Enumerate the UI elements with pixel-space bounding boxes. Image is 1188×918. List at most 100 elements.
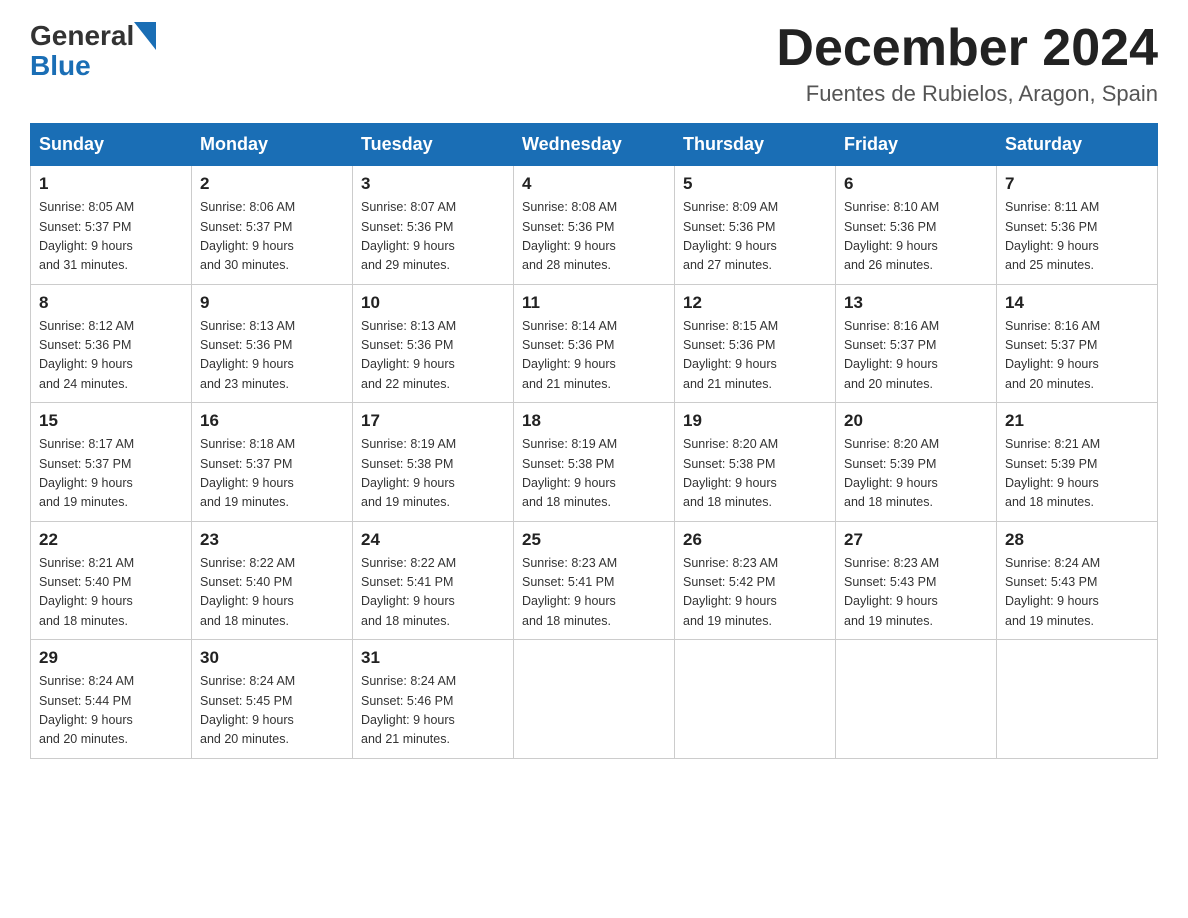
calendar-day-cell: 3 Sunrise: 8:07 AMSunset: 5:36 PMDaylight… [353,166,514,285]
calendar-day-cell: 15 Sunrise: 8:17 AMSunset: 5:37 PMDayligh… [31,403,192,522]
day-number: 1 [39,174,183,194]
page-header: General Blue December 2024 Fuentes de Ru… [30,20,1158,107]
day-number: 21 [1005,411,1149,431]
calendar-day-cell: 1 Sunrise: 8:05 AMSunset: 5:37 PMDaylight… [31,166,192,285]
calendar-day-cell: 25Sunrise: 8:23 AMSunset: 5:41 PMDayligh… [514,521,675,640]
day-number: 24 [361,530,505,550]
day-info: Sunrise: 8:22 AMSunset: 5:41 PMDaylight:… [361,554,505,632]
header-monday: Monday [192,124,353,166]
calendar-day-cell: 5Sunrise: 8:09 AMSunset: 5:36 PMDaylight… [675,166,836,285]
day-info: Sunrise: 8:24 AMSunset: 5:43 PMDaylight:… [1005,554,1149,632]
logo: General Blue [30,20,156,82]
calendar-day-cell: 10 Sunrise: 8:13 AMSunset: 5:36 PMDayligh… [353,284,514,403]
header-sunday: Sunday [31,124,192,166]
calendar-day-cell: 17 Sunrise: 8:19 AMSunset: 5:38 PMDayligh… [353,403,514,522]
calendar-day-cell: 23 Sunrise: 8:22 AMSunset: 5:40 PMDayligh… [192,521,353,640]
calendar-day-cell: 6 Sunrise: 8:10 AMSunset: 5:36 PMDaylight… [836,166,997,285]
calendar-day-cell: 11 Sunrise: 8:14 AMSunset: 5:36 PMDayligh… [514,284,675,403]
day-number: 15 [39,411,183,431]
calendar-day-cell: 9 Sunrise: 8:13 AMSunset: 5:36 PMDaylight… [192,284,353,403]
calendar-day-cell [514,640,675,759]
day-info: Sunrise: 8:08 AMSunset: 5:36 PMDaylight:… [522,198,666,276]
calendar-week-row: 15 Sunrise: 8:17 AMSunset: 5:37 PMDayligh… [31,403,1158,522]
location-subtitle: Fuentes de Rubielos, Aragon, Spain [776,81,1158,107]
day-info: Sunrise: 8:23 AMSunset: 5:43 PMDaylight:… [844,554,988,632]
day-info: Sunrise: 8:22 AMSunset: 5:40 PMDaylight:… [200,554,344,632]
day-number: 22 [39,530,183,550]
calendar-day-cell: 26Sunrise: 8:23 AMSunset: 5:42 PMDayligh… [675,521,836,640]
day-number: 12 [683,293,827,313]
day-info: Sunrise: 8:05 AMSunset: 5:37 PMDaylight:… [39,198,183,276]
day-info: Sunrise: 8:10 AMSunset: 5:36 PMDaylight:… [844,198,988,276]
day-info: Sunrise: 8:11 AMSunset: 5:36 PMDaylight:… [1005,198,1149,276]
day-info: Sunrise: 8:12 AMSunset: 5:36 PMDaylight:… [39,317,183,395]
calendar-table: SundayMondayTuesdayWednesdayThursdayFrid… [30,123,1158,759]
day-info: Sunrise: 8:15 AMSunset: 5:36 PMDaylight:… [683,317,827,395]
day-number: 11 [522,293,666,313]
day-info: Sunrise: 8:21 AMSunset: 5:40 PMDaylight:… [39,554,183,632]
calendar-day-cell [675,640,836,759]
calendar-day-cell: 28 Sunrise: 8:24 AMSunset: 5:43 PMDayligh… [997,521,1158,640]
day-info: Sunrise: 8:24 AMSunset: 5:44 PMDaylight:… [39,672,183,750]
calendar-week-row: 29Sunrise: 8:24 AMSunset: 5:44 PMDayligh… [31,640,1158,759]
day-info: Sunrise: 8:19 AMSunset: 5:38 PMDaylight:… [522,435,666,513]
day-number: 3 [361,174,505,194]
day-number: 6 [844,174,988,194]
day-number: 17 [361,411,505,431]
day-number: 8 [39,293,183,313]
calendar-week-row: 8 Sunrise: 8:12 AMSunset: 5:36 PMDaylight… [31,284,1158,403]
day-number: 28 [1005,530,1149,550]
logo-blue-text: Blue [30,50,91,82]
day-number: 10 [361,293,505,313]
calendar-day-cell: 7 Sunrise: 8:11 AMSunset: 5:36 PMDaylight… [997,166,1158,285]
calendar-day-cell: 24 Sunrise: 8:22 AMSunset: 5:41 PMDayligh… [353,521,514,640]
day-number: 18 [522,411,666,431]
day-number: 30 [200,648,344,668]
calendar-day-cell: 27Sunrise: 8:23 AMSunset: 5:43 PMDayligh… [836,521,997,640]
day-info: Sunrise: 8:16 AMSunset: 5:37 PMDaylight:… [1005,317,1149,395]
calendar-day-cell [997,640,1158,759]
day-info: Sunrise: 8:23 AMSunset: 5:41 PMDaylight:… [522,554,666,632]
calendar-day-cell: 21 Sunrise: 8:21 AMSunset: 5:39 PMDayligh… [997,403,1158,522]
day-info: Sunrise: 8:13 AMSunset: 5:36 PMDaylight:… [361,317,505,395]
day-number: 13 [844,293,988,313]
calendar-day-cell: 22 Sunrise: 8:21 AMSunset: 5:40 PMDayligh… [31,521,192,640]
calendar-day-cell: 29Sunrise: 8:24 AMSunset: 5:44 PMDayligh… [31,640,192,759]
calendar-day-cell [836,640,997,759]
day-number: 31 [361,648,505,668]
day-info: Sunrise: 8:13 AMSunset: 5:36 PMDaylight:… [200,317,344,395]
calendar-header-row: SundayMondayTuesdayWednesdayThursdayFrid… [31,124,1158,166]
day-info: Sunrise: 8:21 AMSunset: 5:39 PMDaylight:… [1005,435,1149,513]
day-info: Sunrise: 8:06 AMSunset: 5:37 PMDaylight:… [200,198,344,276]
header-saturday: Saturday [997,124,1158,166]
calendar-day-cell: 12 Sunrise: 8:15 AMSunset: 5:36 PMDayligh… [675,284,836,403]
calendar-week-row: 22 Sunrise: 8:21 AMSunset: 5:40 PMDayligh… [31,521,1158,640]
day-info: Sunrise: 8:20 AMSunset: 5:38 PMDaylight:… [683,435,827,513]
calendar-day-cell: 16Sunrise: 8:18 AMSunset: 5:37 PMDayligh… [192,403,353,522]
logo-general-text: General [30,20,134,52]
day-info: Sunrise: 8:24 AMSunset: 5:46 PMDaylight:… [361,672,505,750]
day-number: 19 [683,411,827,431]
day-info: Sunrise: 8:16 AMSunset: 5:37 PMDaylight:… [844,317,988,395]
day-number: 9 [200,293,344,313]
logo-arrow-icon [134,22,156,50]
day-number: 20 [844,411,988,431]
day-info: Sunrise: 8:19 AMSunset: 5:38 PMDaylight:… [361,435,505,513]
day-number: 23 [200,530,344,550]
calendar-day-cell: 8 Sunrise: 8:12 AMSunset: 5:36 PMDaylight… [31,284,192,403]
day-info: Sunrise: 8:18 AMSunset: 5:37 PMDaylight:… [200,435,344,513]
calendar-day-cell: 31 Sunrise: 8:24 AMSunset: 5:46 PMDayligh… [353,640,514,759]
day-number: 7 [1005,174,1149,194]
header-tuesday: Tuesday [353,124,514,166]
calendar-day-cell: 14 Sunrise: 8:16 AMSunset: 5:37 PMDayligh… [997,284,1158,403]
header-friday: Friday [836,124,997,166]
day-info: Sunrise: 8:07 AMSunset: 5:36 PMDaylight:… [361,198,505,276]
day-info: Sunrise: 8:14 AMSunset: 5:36 PMDaylight:… [522,317,666,395]
day-number: 4 [522,174,666,194]
day-info: Sunrise: 8:23 AMSunset: 5:42 PMDaylight:… [683,554,827,632]
calendar-day-cell: 2Sunrise: 8:06 AMSunset: 5:37 PMDaylight… [192,166,353,285]
month-title: December 2024 [776,20,1158,77]
calendar-day-cell: 4 Sunrise: 8:08 AMSunset: 5:36 PMDaylight… [514,166,675,285]
day-info: Sunrise: 8:17 AMSunset: 5:37 PMDaylight:… [39,435,183,513]
day-number: 14 [1005,293,1149,313]
